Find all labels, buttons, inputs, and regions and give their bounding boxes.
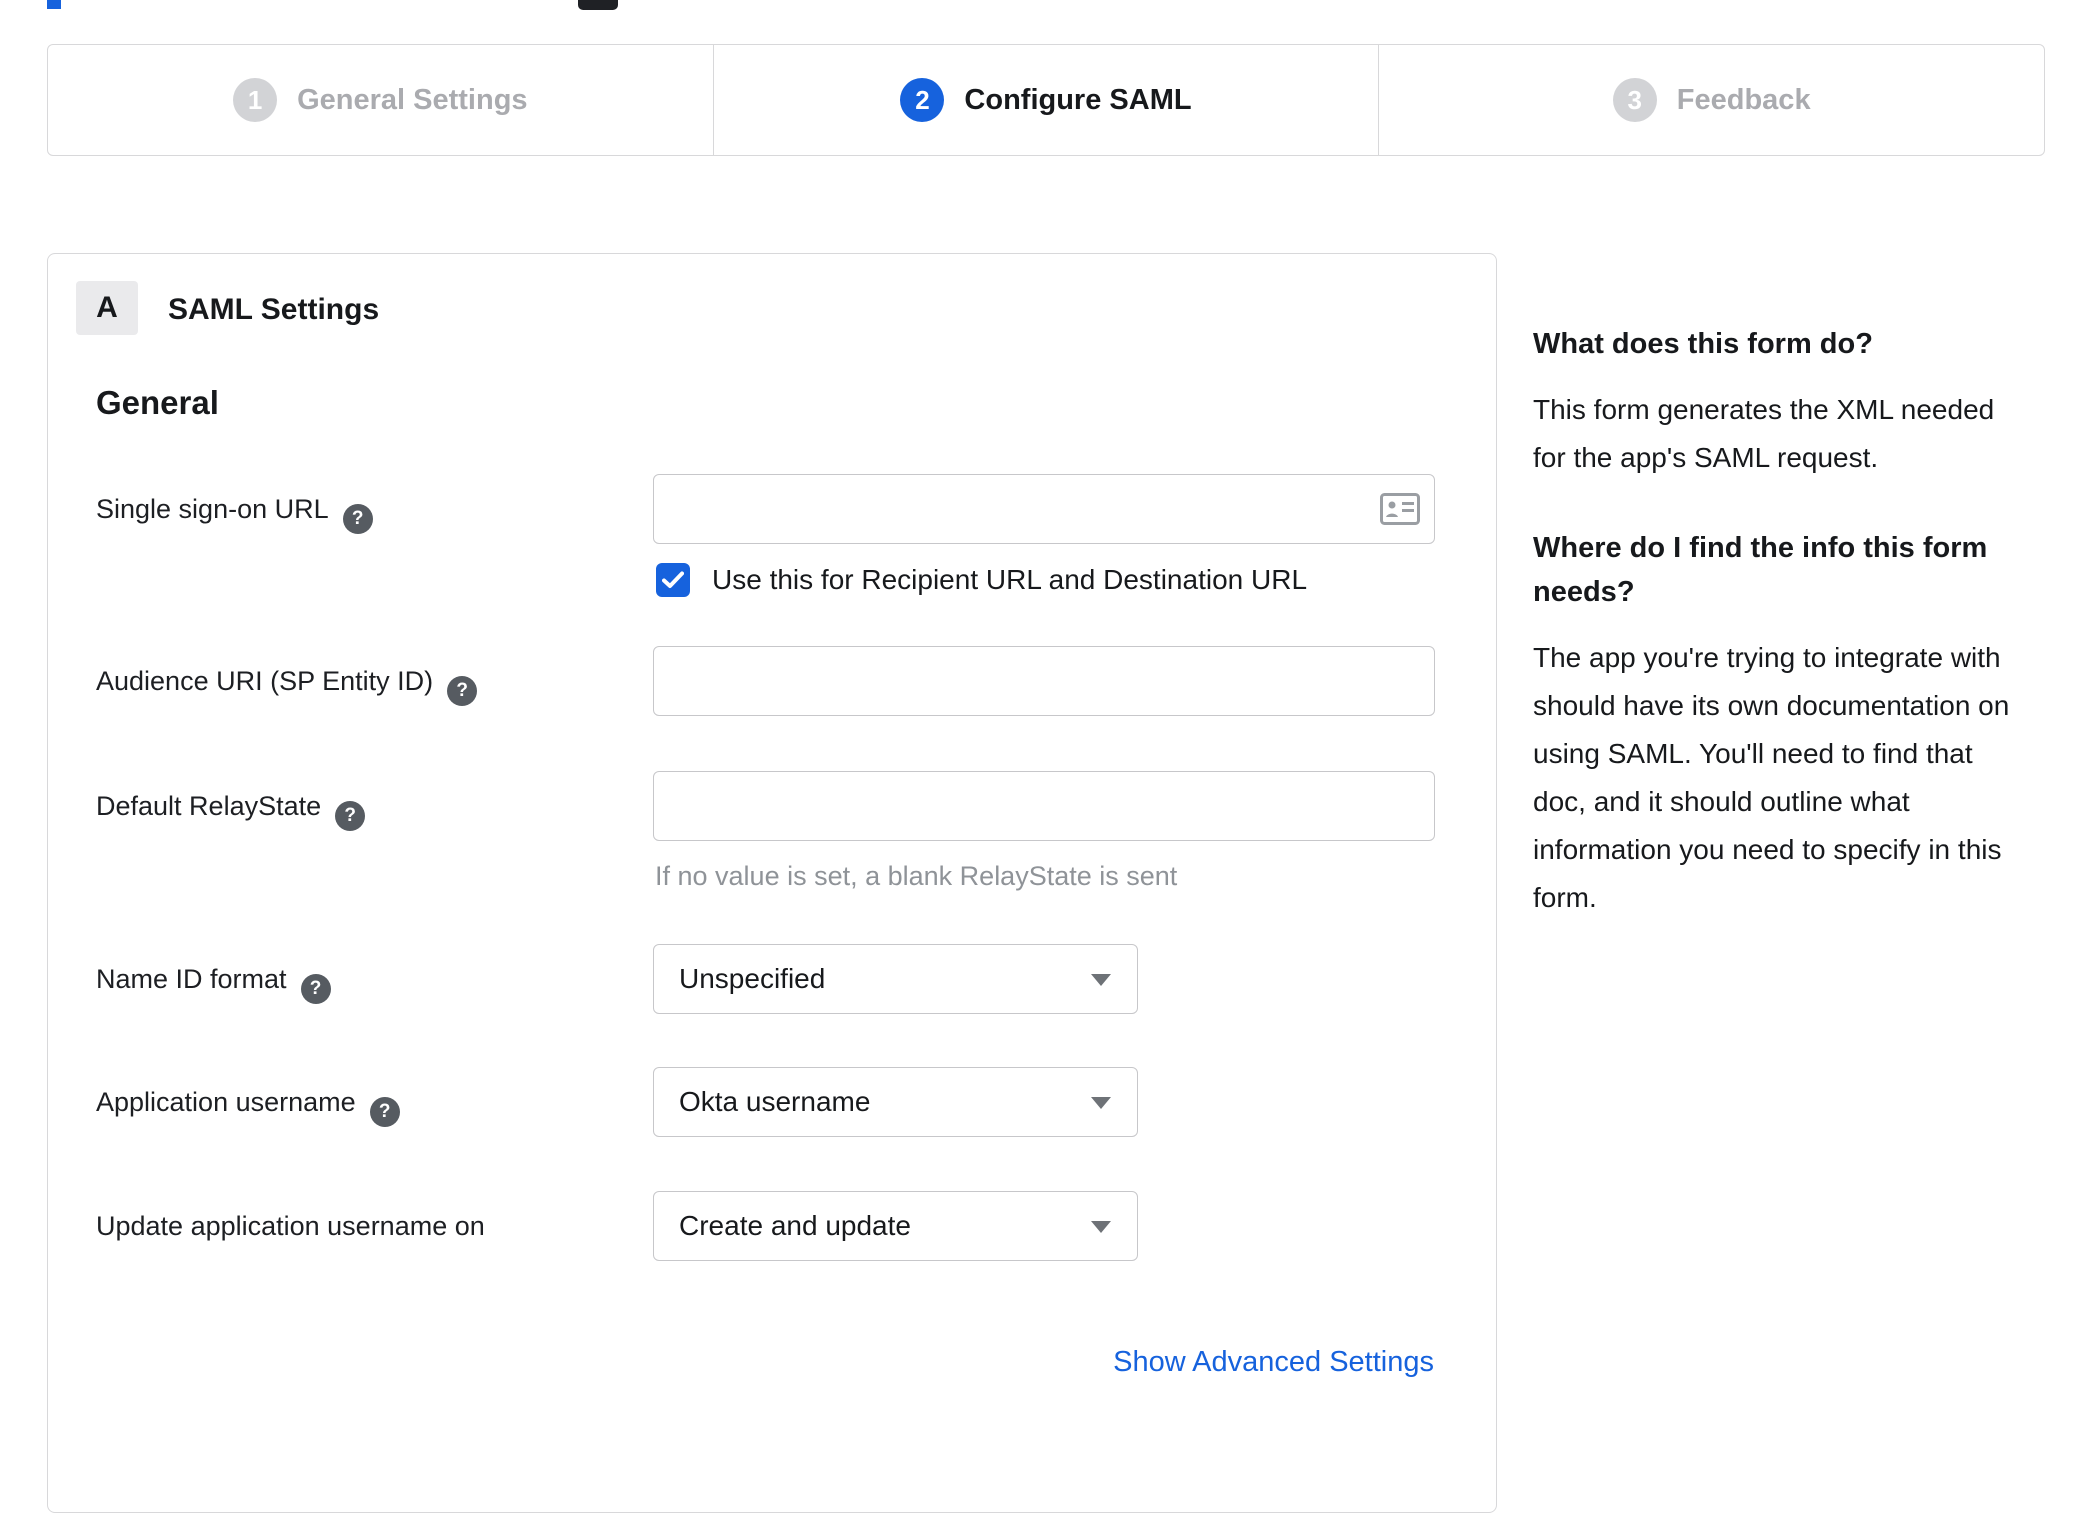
selected-value: Unspecified — [679, 963, 826, 994]
help-sidebar: What does this form do? This form genera… — [1533, 322, 2033, 966]
sidebar-section-title: What does this form do? — [1533, 328, 1873, 360]
step-label: Feedback — [1676, 83, 1811, 116]
app-username-label: Application username? — [96, 1087, 400, 1127]
sso-checkbox-row: Use this for Recipient URL and Destinati… — [656, 563, 1307, 597]
chevron-down-icon — [1091, 1221, 1111, 1233]
section-title: SAML Settings — [168, 293, 380, 326]
selected-value: Okta username — [679, 1086, 871, 1117]
name-id-format-label: Name ID format? — [96, 964, 331, 1004]
label-text: Single sign-on URL — [96, 494, 329, 524]
audience-uri-label: Audience URI (SP Entity ID)? — [96, 666, 478, 706]
label-text: Application username — [96, 1087, 356, 1117]
relay-state-hint: If no value is set, a blank RelayState i… — [655, 861, 1178, 891]
label-text: Default RelayState — [96, 791, 322, 821]
cropped-icon-fragment — [578, 0, 618, 10]
selected-value: Create and update — [679, 1210, 911, 1241]
step-label: General Settings — [297, 83, 528, 116]
step-number-badge: 2 — [900, 78, 945, 122]
checkmark-icon — [662, 571, 684, 588]
chevron-down-icon — [1091, 974, 1111, 986]
section-badge: A — [76, 281, 138, 335]
label-text: Audience URI (SP Entity ID) — [96, 666, 434, 696]
relay-state-input[interactable] — [653, 771, 1435, 841]
sso-url-label: Single sign-on URL? — [96, 494, 373, 534]
name-id-format-select[interactable]: Unspecified — [653, 944, 1138, 1014]
update-app-username-label: Update application username on — [96, 1211, 485, 1242]
label-text: Update application username on — [96, 1211, 485, 1241]
help-icon[interactable]: ? — [342, 504, 373, 534]
contact-card-icon — [1380, 493, 1420, 525]
group-title-general: General — [96, 384, 219, 421]
checkbox-label: Use this for Recipient URL and Destinati… — [712, 564, 1308, 595]
step-configure-saml[interactable]: 2 Configure SAML — [712, 45, 1379, 155]
chevron-down-icon — [1091, 1097, 1111, 1109]
help-icon[interactable]: ? — [300, 974, 331, 1004]
help-icon[interactable]: ? — [335, 801, 366, 831]
wizard-stepper: 1 General Settings 2 Configure SAML 3 Fe… — [47, 44, 2045, 156]
audience-uri-input[interactable] — [653, 646, 1435, 716]
sidebar-section-body: This form generates the XML needed for t… — [1533, 394, 1995, 473]
step-number-badge: 1 — [233, 78, 278, 122]
step-label: Configure SAML — [964, 83, 1192, 116]
saml-settings-card: A SAML Settings General Single sign-on U… — [47, 253, 1497, 1513]
cropped-title-fragment — [47, 0, 61, 9]
sidebar-section-body: The app you're trying to integrate with … — [1533, 642, 2010, 913]
sso-url-input[interactable] — [653, 474, 1435, 544]
update-app-username-select[interactable]: Create and update — [653, 1191, 1138, 1261]
sidebar-section-title: Where do I find the info this form needs… — [1533, 532, 1988, 608]
recipient-url-checkbox[interactable] — [656, 563, 690, 597]
app-username-select[interactable]: Okta username — [653, 1067, 1138, 1137]
step-general-settings[interactable]: 1 General Settings — [48, 45, 713, 155]
help-icon[interactable]: ? — [369, 1097, 400, 1127]
relay-state-label: Default RelayState? — [96, 791, 366, 831]
step-feedback[interactable]: 3 Feedback — [1378, 45, 2044, 155]
help-icon[interactable]: ? — [447, 676, 478, 706]
show-advanced-settings-link[interactable]: Show Advanced Settings — [1113, 1346, 1434, 1379]
label-text: Name ID format — [96, 964, 287, 994]
step-number-badge: 3 — [1612, 78, 1657, 122]
